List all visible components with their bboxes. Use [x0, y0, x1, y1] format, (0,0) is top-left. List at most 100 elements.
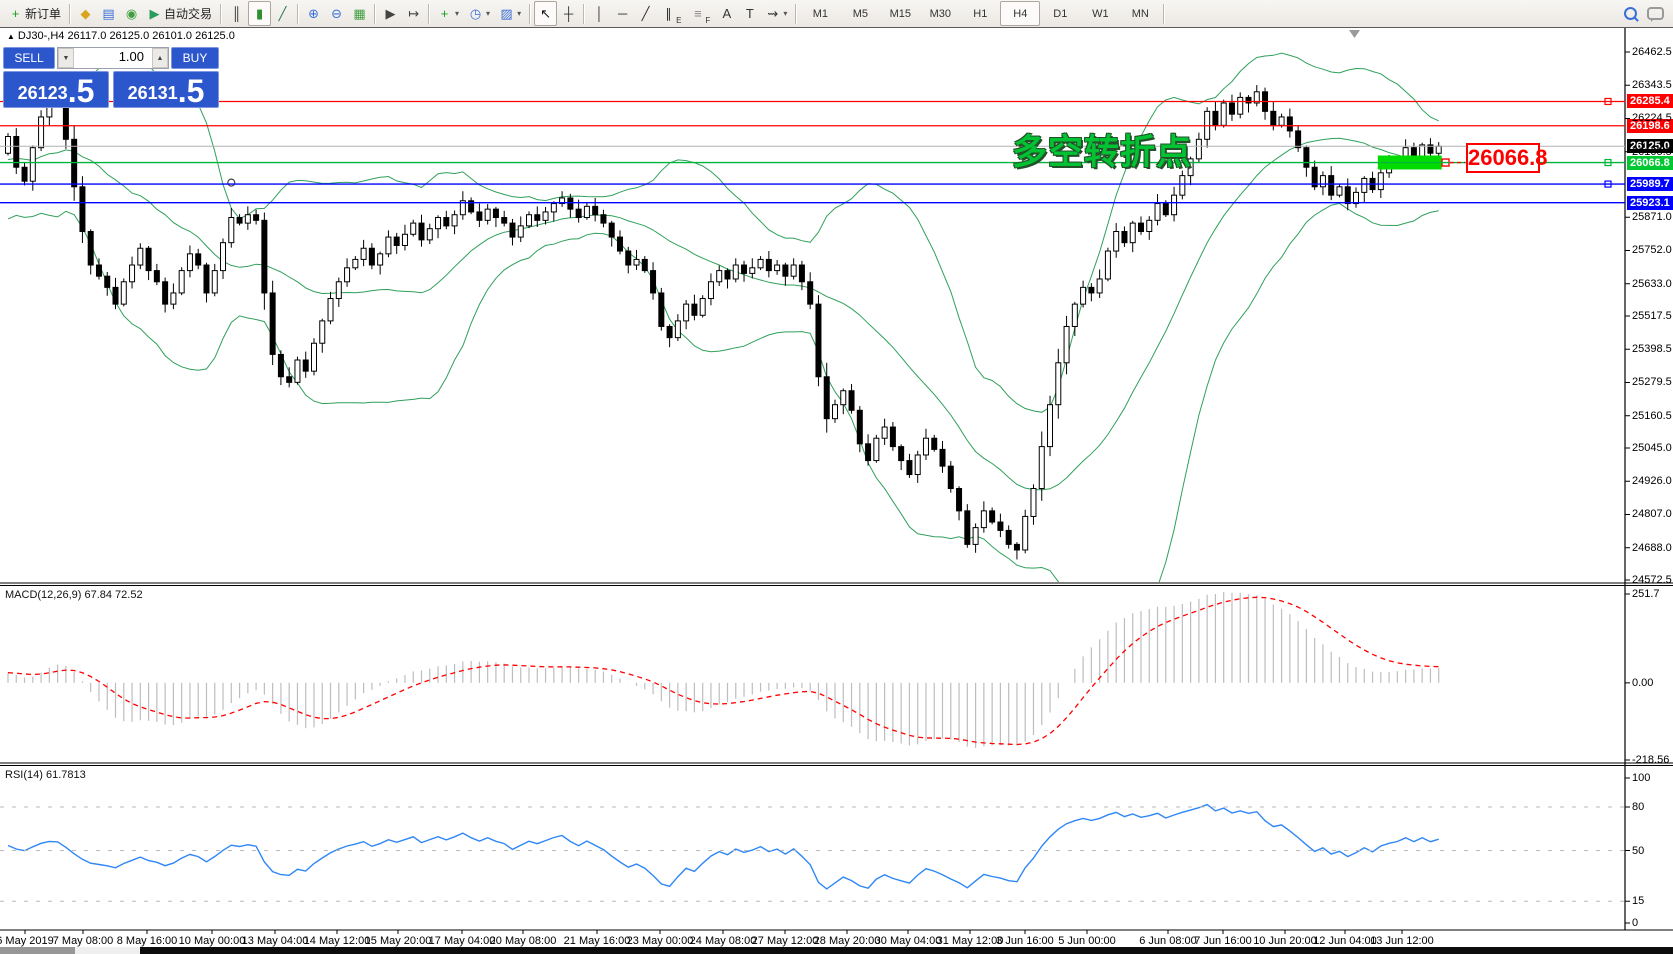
- bar-chart-button[interactable]: ║: [225, 1, 248, 26]
- candlestick-chart-icon: ▮: [253, 7, 266, 20]
- chevron-down-icon[interactable]: ▾: [783, 9, 787, 18]
- timeframe-mn-button[interactable]: MN: [1120, 1, 1160, 26]
- candlestick: [551, 204, 556, 212]
- candlestick: [1048, 405, 1053, 447]
- sell-price-fraction: .5: [68, 76, 95, 106]
- horizontal-line-button[interactable]: ─: [611, 1, 634, 26]
- sell-price-main: 26123: [18, 80, 68, 106]
- buy-price-display[interactable]: 26131.5: [113, 71, 219, 108]
- sell-button[interactable]: SELL: [3, 47, 55, 69]
- candlestick: [419, 223, 424, 240]
- horizontal-scrollbar[interactable]: [0, 947, 1673, 954]
- candlestick: [576, 209, 581, 217]
- chart-canvas[interactable]: [0, 0, 1673, 954]
- signals-button[interactable]: ◉: [120, 1, 143, 26]
- fibonacci-icon: ≡: [691, 7, 704, 20]
- candlestick: [295, 360, 300, 382]
- candlestick: [80, 187, 85, 232]
- timeframe-m5-button[interactable]: M5: [840, 1, 880, 26]
- crosshair-button[interactable]: ┼: [557, 1, 580, 26]
- candlestick: [874, 438, 879, 460]
- rsi-pane[interactable]: [8, 805, 1439, 889]
- timeframe-m15-button[interactable]: M15: [880, 1, 920, 26]
- text-label-button[interactable]: T: [738, 1, 761, 26]
- candlestick: [221, 243, 226, 271]
- timeframe-d1-button[interactable]: D1: [1040, 1, 1080, 26]
- metaeditor-button[interactable]: ◆: [74, 1, 97, 26]
- equidistant-channel-button[interactable]: ∥E: [657, 1, 686, 26]
- trendline-button[interactable]: ╱: [634, 1, 657, 26]
- candlestick: [345, 268, 350, 282]
- candlestick-chart-button[interactable]: ▮: [248, 1, 271, 26]
- zoom-out-button[interactable]: ⊖: [325, 1, 348, 26]
- line-chart-button[interactable]: ╱: [271, 1, 294, 26]
- chevron-down-icon[interactable]: ▾: [486, 9, 490, 18]
- candlestick: [138, 248, 143, 265]
- indicators-button[interactable]: +▾: [433, 1, 464, 26]
- chart-shift-marker[interactable]: [1349, 30, 1360, 38]
- candlestick: [998, 522, 1003, 530]
- cursor-icon: ↖: [539, 7, 552, 20]
- periods-button[interactable]: ◷▾: [464, 1, 495, 26]
- candlestick: [742, 265, 747, 273]
- new-order-icon: +: [9, 7, 22, 20]
- candlestick: [775, 265, 780, 271]
- fibonacci-button[interactable]: ≡F: [686, 1, 715, 26]
- timeframe-m1-button[interactable]: M1: [800, 1, 840, 26]
- circle-marker[interactable]: [228, 179, 235, 186]
- candlestick: [609, 223, 614, 237]
- toolbar-separator: [583, 4, 585, 24]
- zoom-in-icon: ⊕: [307, 7, 320, 20]
- chat-button[interactable]: [1642, 1, 1669, 26]
- bar-chart-icon: ║: [230, 7, 243, 20]
- bollinger-middle-band: [8, 138, 1439, 490]
- market-watch-button[interactable]: ▤: [97, 1, 120, 26]
- candlestick: [311, 343, 316, 371]
- candlestick: [411, 223, 416, 234]
- templates-button[interactable]: ▨▾: [495, 1, 526, 26]
- candlestick: [990, 511, 995, 522]
- timeframe-h1-button[interactable]: H1: [960, 1, 1000, 26]
- zoom-in-button[interactable]: ⊕: [302, 1, 325, 26]
- candlestick: [1337, 187, 1342, 195]
- arrows-button[interactable]: ⇝▾: [761, 1, 792, 26]
- toolbar-separator: [220, 4, 222, 24]
- scrollbar-thumb[interactable]: [75, 947, 140, 954]
- candlestick: [1039, 447, 1044, 489]
- candlestick: [841, 391, 846, 405]
- candlestick: [890, 427, 895, 447]
- search-button[interactable]: [1619, 1, 1642, 26]
- candlestick: [1122, 231, 1127, 242]
- indicators-icon: +: [438, 7, 451, 20]
- candlestick: [1138, 223, 1143, 231]
- one-click-trading-panel: SELL ▼ 1.00 ▲ BUY 26123.5 26131.5: [3, 47, 219, 108]
- auto-trading-button[interactable]: ▶自动交易: [143, 1, 217, 26]
- vertical-line-button[interactable]: │: [588, 1, 611, 26]
- chart-shift-button[interactable]: ↦: [402, 1, 425, 26]
- candlestick: [303, 360, 308, 371]
- horizontal-line-icon: ─: [616, 7, 629, 20]
- candlestick: [328, 299, 333, 321]
- chevron-down-icon[interactable]: ▾: [455, 9, 459, 18]
- cursor-button[interactable]: ↖: [534, 1, 557, 26]
- volume-input[interactable]: 1.00: [74, 48, 152, 68]
- new-order-button[interactable]: +新订单: [4, 1, 66, 26]
- main-price-pane[interactable]: [6, 53, 1442, 648]
- candlestick: [1023, 516, 1028, 550]
- volume-decrease-button[interactable]: ▼: [58, 48, 74, 68]
- auto-scroll-button[interactable]: ▶: [379, 1, 402, 26]
- buy-button[interactable]: BUY: [171, 47, 219, 69]
- vertical-line-icon: │: [593, 7, 606, 20]
- tile-windows-button[interactable]: ▦: [348, 1, 371, 26]
- timeframe-m30-button[interactable]: M30: [920, 1, 960, 26]
- timeframe-w1-button[interactable]: W1: [1080, 1, 1120, 26]
- candlestick: [940, 449, 945, 466]
- sell-price-display[interactable]: 26123.5: [3, 71, 109, 108]
- timeframe-h4-button[interactable]: H4: [1000, 1, 1040, 26]
- toolbar-separator: [428, 4, 430, 24]
- volume-increase-button[interactable]: ▲: [152, 48, 168, 68]
- chevron-down-icon[interactable]: ▾: [517, 9, 521, 18]
- candlestick: [783, 265, 788, 276]
- text-button[interactable]: A: [715, 1, 738, 26]
- macd-pane[interactable]: [8, 592, 1439, 748]
